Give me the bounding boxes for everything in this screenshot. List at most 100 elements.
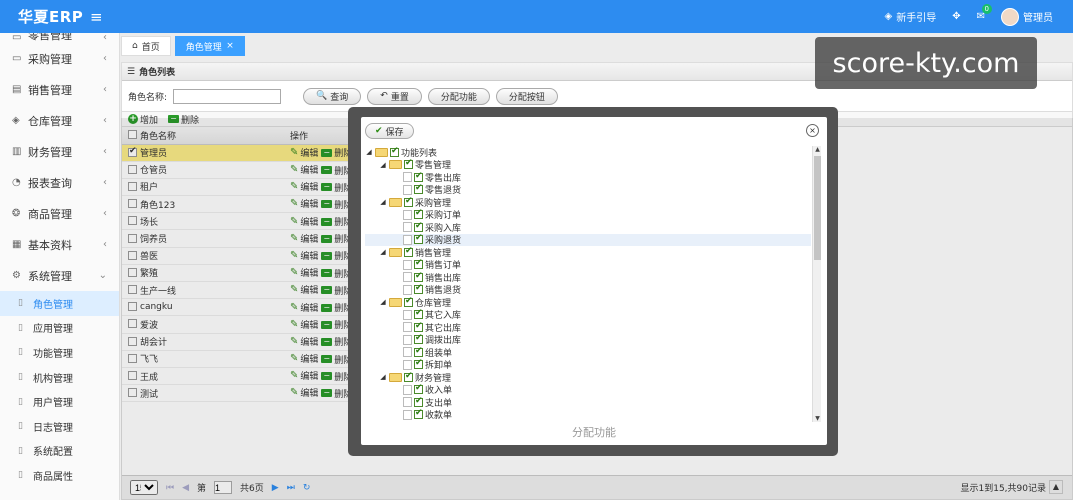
sidebar-item-6[interactable]: ▦ 基本资料 ‹ (0, 229, 119, 260)
expand-arrow-icon[interactable]: ◢ (379, 248, 387, 256)
assign-button-button[interactable]: 分配按钮 (495, 87, 558, 105)
tree-checkbox[interactable] (414, 408, 423, 420)
tree-node[interactable]: 支出单 (365, 396, 811, 409)
tree-checkbox[interactable] (414, 271, 423, 282)
tree-checkbox[interactable] (404, 158, 413, 170)
tree-node[interactable]: 收款单 (365, 408, 811, 421)
tree-checkbox[interactable] (414, 258, 423, 270)
tree-checkbox[interactable] (414, 171, 423, 182)
tree-node[interactable]: 零售退货 (365, 183, 811, 196)
tree-checkbox[interactable] (404, 296, 413, 307)
tab-role-management[interactable]: 角色管理 × (174, 36, 245, 56)
tree-checkbox[interactable] (414, 346, 423, 357)
tree-checkbox[interactable] (414, 221, 423, 232)
scroll-up-icon[interactable]: ▲ (813, 146, 822, 153)
guide-button[interactable]: ◈ 新手引导 (885, 9, 937, 24)
sidebar-subitem-6[interactable]: ▯ 系统配置 (0, 439, 119, 464)
sidebar-item-5[interactable]: ❂ 商品管理 ‹ (0, 198, 119, 229)
tree-checkbox[interactable] (390, 146, 399, 157)
tree-checkbox[interactable] (414, 208, 423, 220)
sidebar-item-0[interactable]: ▭ 采购管理 ‹ (0, 43, 119, 74)
tree-checkbox[interactable] (414, 183, 423, 195)
tab-label: 首页 (141, 42, 160, 53)
sidebar-item-3[interactable]: ▥ 财务管理 ‹ (0, 136, 119, 167)
tree-node[interactable]: 拆卸单 (365, 358, 811, 371)
sidebar-subitem-2[interactable]: ▯ 功能管理 (0, 340, 119, 365)
chevron-left-icon: ‹ (103, 84, 107, 95)
sidebar-subitem-label: 商品属性 (33, 471, 73, 483)
sidebar-subitem-3[interactable]: ▯ 机构管理 (0, 365, 119, 390)
close-icon[interactable]: × (806, 124, 819, 137)
role-name-input[interactable] (173, 88, 282, 104)
tree-node[interactable]: 采购订单 (365, 208, 811, 222)
sidebar-subitem-4[interactable]: ▯ 用户管理 (0, 389, 119, 414)
chevron-down-icon: ⌄ (98, 270, 107, 281)
query-button[interactable]: 🔍 查询 (303, 87, 362, 105)
tree-node[interactable]: ◢ 仓库管理 (365, 296, 811, 309)
sidebar-subitem-label: 角色管理 (33, 299, 73, 311)
tree-node[interactable]: ◢ 功能列表 (365, 146, 811, 159)
tree-node[interactable]: 调拨出库 (365, 333, 811, 347)
notification-button[interactable]: ✉ 0 (977, 4, 992, 22)
sidebar-item-7[interactable]: ⚙ 系统管理 ⌄ (0, 260, 119, 291)
assign-function-button[interactable]: 分配功能 (427, 87, 490, 105)
hamburger-icon[interactable]: ≡ (90, 8, 103, 26)
tree-checkbox[interactable] (414, 396, 423, 407)
tree-checkbox[interactable] (414, 333, 423, 345)
tree-checkbox[interactable] (414, 358, 423, 370)
sidebar-item-retail[interactable]: ▭ 零售管理 ‹ (0, 33, 119, 43)
tree-node[interactable]: 销售订单 (365, 258, 811, 271)
tree-node[interactable]: 采购入库 (365, 221, 811, 234)
tab-home[interactable]: ⌂ 首页 (121, 36, 171, 56)
tree-checkbox[interactable] (414, 308, 423, 320)
sidebar-subitem-1[interactable]: ▯ 应用管理 (0, 316, 119, 341)
tree-node-label: 销售出库 (425, 273, 462, 284)
tree-checkbox[interactable] (414, 321, 423, 332)
sidebar-subitem-0[interactable]: ▯ 角色管理 (0, 291, 119, 316)
expand-arrow-icon[interactable]: ◢ (379, 373, 387, 381)
sidebar-item-4[interactable]: ◔ 报表查询 ‹ (0, 167, 119, 198)
tree-node[interactable]: ◢ 零售管理 (365, 158, 811, 171)
tree-checkbox[interactable] (414, 233, 423, 245)
tree-checkbox[interactable] (414, 283, 423, 295)
sidebar-item-1[interactable]: ▤ 销售管理 ‹ (0, 74, 119, 105)
tree-node[interactable]: 零售出库 (365, 171, 811, 184)
sidebar-item-2[interactable]: ◈ 仓库管理 ‹ (0, 105, 119, 136)
doc-icon: ▯ (18, 372, 23, 383)
tree-node[interactable]: ◢ 财务管理 (365, 371, 811, 384)
tree-node[interactable]: 收入单 (365, 383, 811, 396)
sidebar-subitem-5[interactable]: ▯ 日志管理 (0, 414, 119, 439)
tree-node-label: 采购订单 (425, 211, 462, 222)
tree-node-label: 调拨出库 (425, 336, 462, 347)
tree-checkbox[interactable] (404, 196, 413, 207)
file-icon (403, 209, 412, 220)
scroll-thumb[interactable] (814, 156, 821, 260)
save-button[interactable]: ✔ 保存 (365, 123, 414, 139)
tree-node[interactable]: 采购退货 (365, 233, 811, 246)
tree-checkbox[interactable] (414, 383, 423, 395)
back-to-top-icon[interactable]: ▲ (1049, 480, 1063, 494)
menu-icon: ▤ (12, 84, 22, 95)
expand-arrow-icon[interactable]: ◢ (365, 148, 373, 156)
expand-arrow-icon[interactable]: ◢ (379, 161, 387, 169)
tree-node[interactable]: ◢ 销售管理 (365, 246, 811, 259)
notification-badge: 0 (981, 4, 992, 14)
tree-node[interactable]: 其它出库 (365, 321, 811, 334)
tree-node[interactable]: 销售退货 (365, 283, 811, 296)
tree-checkbox[interactable] (404, 246, 413, 257)
fullscreen-icon[interactable]: ✥ (952, 11, 960, 22)
expand-arrow-icon[interactable]: ◢ (379, 198, 387, 206)
tree-scrollbar[interactable]: ▲ ▼ (812, 146, 821, 422)
file-icon (403, 234, 412, 245)
tree-node[interactable]: 组装单 (365, 346, 811, 359)
close-icon[interactable]: × (226, 41, 234, 51)
tree-node[interactable]: 销售出库 (365, 271, 811, 284)
scroll-down-icon[interactable]: ▼ (813, 415, 822, 422)
reset-button[interactable]: ↶ 重置 (367, 87, 422, 105)
sidebar-subitem-7[interactable]: ▯ 商品属性 (0, 463, 119, 488)
tree-node[interactable]: 其它入库 (365, 308, 811, 321)
user-menu[interactable]: 管理员 (1001, 7, 1053, 26)
tree-node[interactable]: ◢ 采购管理 (365, 196, 811, 209)
tree-checkbox[interactable] (404, 371, 413, 382)
expand-arrow-icon[interactable]: ◢ (379, 298, 387, 306)
